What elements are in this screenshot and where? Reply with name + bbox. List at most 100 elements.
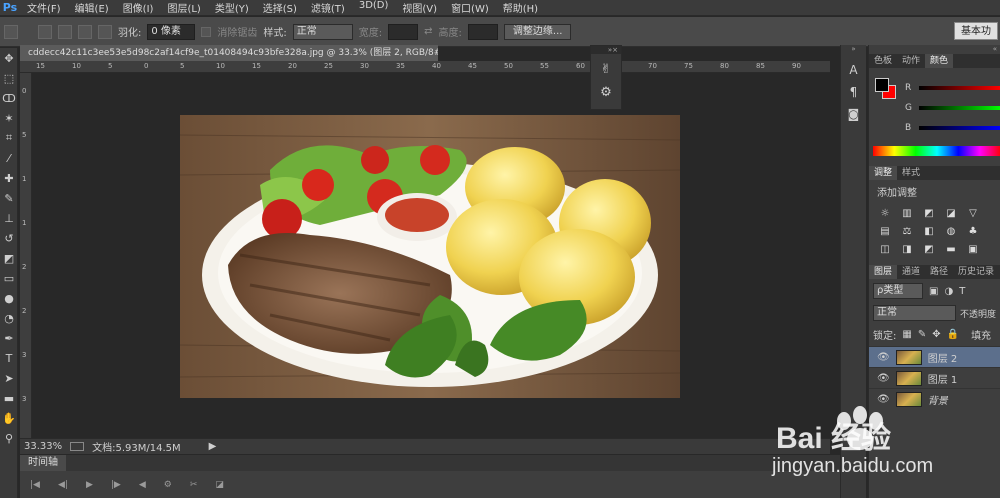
photo-filter-icon[interactable]: ◍	[943, 225, 959, 239]
transition-icon[interactable]: ◪	[215, 480, 224, 490]
menu-item[interactable]: 类型(Y)	[208, 0, 256, 15]
vibrance-icon[interactable]: ▽	[965, 207, 981, 221]
dodge-tool-icon[interactable]: ◔	[0, 308, 18, 328]
shape-tool-icon[interactable]: ▬	[0, 388, 18, 408]
menu-item[interactable]: 图像(I)	[116, 0, 161, 15]
panel-tab[interactable]: 通道	[897, 265, 925, 279]
eyedropper-icon[interactable]: ⁄	[0, 148, 18, 168]
new-selection-button[interactable]	[38, 24, 52, 39]
history-brush-icon[interactable]: ↺	[0, 228, 18, 248]
lasso-tool-icon[interactable]: ↀ	[0, 88, 18, 108]
add-selection-button[interactable]	[58, 24, 72, 39]
prev-frame-icon[interactable]: ◀|	[58, 480, 68, 490]
posterize-icon[interactable]: ◨	[899, 243, 915, 257]
gradient-map-icon[interactable]: ▬	[943, 243, 959, 257]
lock-transparent-icon[interactable]: ▦	[902, 329, 911, 340]
panel-tab[interactable]: 颜色	[925, 54, 954, 68]
document-tab[interactable]: cddecc42c11c3ee53e5d98c2af14cf9e_t014084…	[20, 45, 438, 61]
brightness-icon[interactable]: ☼	[877, 207, 893, 221]
width-input[interactable]	[388, 23, 419, 40]
menu-item[interactable]: 视图(V)	[395, 0, 444, 15]
levels-icon[interactable]: ▥	[899, 207, 915, 221]
blend-mode-select[interactable]: 正常	[873, 305, 956, 321]
filter-pixel-icon[interactable]: ▣	[929, 286, 938, 297]
gradient-tool-icon[interactable]: ▭	[0, 268, 18, 288]
panel-tab[interactable]: 路径	[925, 265, 953, 279]
lock-all-icon[interactable]: 🔒	[947, 329, 959, 340]
threshold-icon[interactable]: ◩	[921, 243, 937, 257]
filter-adjust-icon[interactable]: ◑	[944, 286, 953, 297]
properties-panel-icon[interactable]: ◙	[841, 107, 866, 121]
invert-icon[interactable]: ◫	[877, 243, 893, 257]
brush-preset-icon[interactable]: ✌	[591, 62, 621, 77]
curves-icon[interactable]: ◩	[921, 207, 937, 221]
collapse-panels-icon[interactable]: «	[869, 45, 1000, 54]
blue-slider[interactable]	[919, 126, 1000, 130]
paragraph-panel-icon[interactable]: ¶	[841, 85, 866, 99]
layer-row[interactable]: 👁 图层 1	[869, 367, 1000, 388]
lock-position-icon[interactable]: ✥	[932, 329, 940, 340]
type-tool-icon[interactable]: T	[0, 348, 18, 368]
menu-item[interactable]: 帮助(H)	[496, 0, 545, 15]
style-select[interactable]: 正常	[292, 23, 353, 40]
feather-input[interactable]: 0 像素	[147, 23, 196, 40]
hand-tool-icon[interactable]: ✋	[0, 408, 18, 428]
character-panel-icon[interactable]: A	[841, 63, 866, 77]
subtract-selection-button[interactable]	[78, 24, 92, 39]
sliders-icon[interactable]: ⚙	[591, 85, 621, 100]
panel-tab[interactable]: 动作	[897, 54, 925, 68]
menu-item[interactable]: 3D(D)	[352, 0, 396, 15]
menu-item[interactable]: 图层(L)	[160, 0, 207, 15]
filter-type-icon[interactable]: T	[959, 286, 965, 297]
foreground-color-swatch[interactable]	[875, 78, 889, 92]
blur-tool-icon[interactable]: ●	[0, 288, 18, 308]
settings-icon[interactable]: ⚙	[164, 480, 172, 490]
spectrum-bar[interactable]	[873, 146, 1000, 156]
move-tool-icon[interactable]: ✥	[0, 48, 18, 68]
hue-icon[interactable]: ▤	[877, 225, 893, 239]
stamp-tool-icon[interactable]: ⊥	[0, 208, 18, 228]
exposure-icon[interactable]: ◪	[943, 207, 959, 221]
brush-tool-icon[interactable]: ✎	[0, 188, 18, 208]
zoom-tool-icon[interactable]: ⚲	[0, 428, 18, 448]
food-photo-canvas[interactable]	[180, 115, 680, 398]
next-frame-icon[interactable]: |▶	[111, 480, 121, 490]
first-frame-icon[interactable]: |◀	[30, 480, 40, 490]
workspace-button[interactable]: 基本功	[954, 22, 998, 40]
status-info-icon[interactable]	[70, 442, 85, 451]
audio-icon[interactable]: ◀	[139, 480, 146, 490]
bw-icon[interactable]: ◧	[921, 225, 937, 239]
channel-mixer-icon[interactable]: ♣	[965, 225, 981, 239]
panel-tab[interactable]: 调整	[869, 166, 898, 180]
magic-wand-icon[interactable]: ✶	[0, 108, 18, 128]
menu-item[interactable]: 窗口(W)	[444, 0, 496, 15]
panel-tab[interactable]: 历史记录	[953, 265, 999, 279]
crop-tool-icon[interactable]: ⌗	[0, 128, 18, 148]
marquee-tool-icon[interactable]: ⬚	[0, 68, 18, 88]
selective-color-icon[interactable]: ▣	[965, 243, 981, 257]
menu-item[interactable]: 滤镜(T)	[304, 0, 352, 15]
menu-item[interactable]: 选择(S)	[256, 0, 304, 15]
panel-tab[interactable]: 色板	[869, 54, 897, 68]
panel-tab[interactable]: 样式	[897, 166, 925, 180]
layer-filter-select[interactable]: ρ类型	[873, 283, 923, 299]
eraser-icon[interactable]: ◩	[0, 248, 18, 268]
swap-icon[interactable]: ⇄	[424, 26, 432, 37]
pen-tool-icon[interactable]: ✒	[0, 328, 18, 348]
red-slider[interactable]	[919, 86, 1000, 90]
visibility-eye-icon[interactable]: 👁	[877, 373, 890, 384]
lock-pixels-icon[interactable]: ✎	[918, 329, 926, 340]
status-expand-icon[interactable]: ▶	[209, 441, 217, 452]
path-select-icon[interactable]: ➤	[0, 368, 18, 388]
intersect-selection-button[interactable]	[98, 24, 112, 39]
marquee-tool-preset[interactable]	[4, 24, 18, 39]
healing-brush-icon[interactable]: ✚	[0, 168, 18, 188]
panel-tab[interactable]: 图层	[869, 265, 898, 279]
timeline-tab[interactable]: 时间轴	[20, 455, 66, 471]
color-balance-icon[interactable]: ⚖	[899, 225, 915, 239]
zoom-level[interactable]: 33.33%	[24, 441, 62, 452]
layer-row[interactable]: 👁 图层 2	[869, 346, 1000, 367]
visibility-eye-icon[interactable]: 👁	[877, 352, 890, 363]
refine-edge-button[interactable]: 调整边缘...	[503, 23, 572, 40]
height-input[interactable]	[467, 23, 498, 40]
